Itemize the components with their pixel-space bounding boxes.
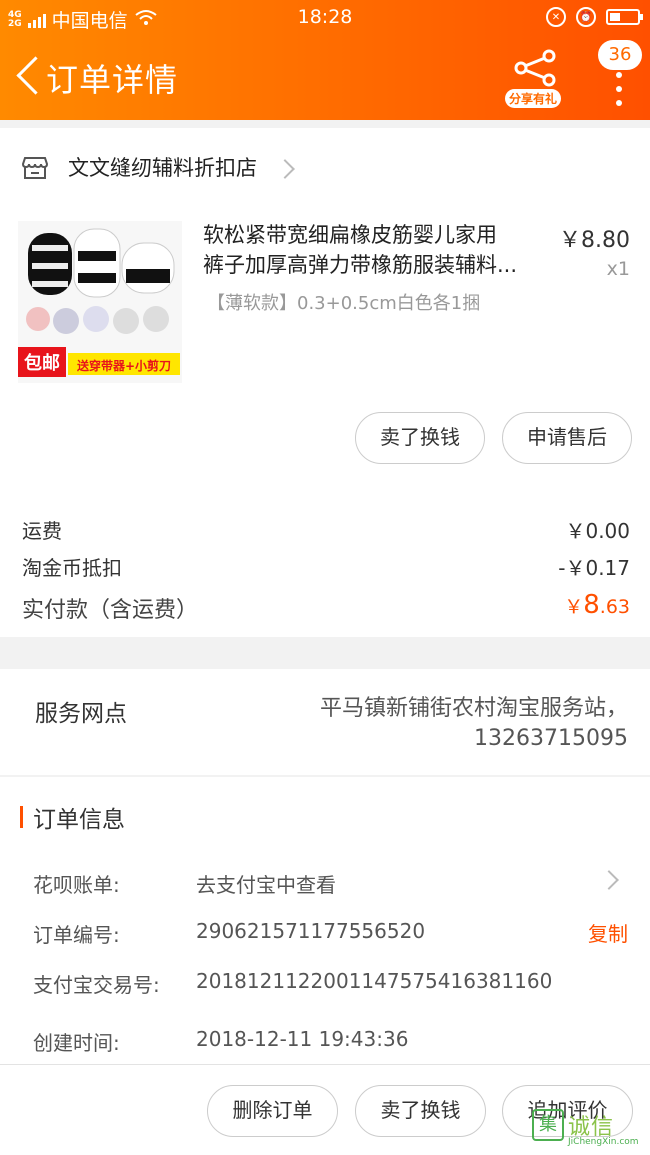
header: 4G 2G 中国电信 18:28 ✕ ⏰ 订单详情 分享有礼 36	[0, 0, 650, 120]
created-time-value: 2018-12-11 19:43:36	[196, 1027, 409, 1051]
free-shipping-tag: 包邮	[24, 352, 60, 374]
service-point-label: 服务网点	[35, 701, 127, 727]
alarm-icon: ⏰	[576, 7, 596, 27]
battery-icon	[606, 9, 643, 25]
section-accent-bar	[20, 806, 23, 828]
vibrate-icon: ✕	[546, 7, 566, 27]
back-icon[interactable]	[14, 60, 44, 90]
apply-after-sale-button[interactable]: 申请售后	[502, 412, 632, 464]
shipping-row: 运费 ￥0.00	[22, 515, 630, 544]
more-button[interactable]: 36	[596, 40, 646, 110]
alipay-trade-value: 2018121122001147575416381160	[196, 969, 553, 993]
shop-name: 文文缝纫辅料折扣店	[68, 156, 257, 180]
service-point-phone: 13263715095	[474, 726, 628, 751]
service-point-address: 平马镇新铺街农村淘宝服务站，	[319, 696, 628, 721]
page-title: 订单详情	[46, 61, 179, 99]
paid-integer: 8	[583, 590, 600, 620]
product-title-line2: 裤子加厚高弹力带橡筋服装辅料...	[203, 253, 518, 277]
product-title-line1: 软松紧带宽细扁橡皮筋婴儿家用	[203, 223, 497, 247]
bottom-action-bar: 删除订单 卖了换钱 追加评价 集 诚信 JiChengXin.com	[0, 1064, 650, 1155]
share-label: 分享有礼	[504, 89, 561, 108]
gift-tag: 送穿带器+小剪刀	[76, 358, 171, 373]
coin-deduction-value: -￥0.17	[558, 556, 630, 580]
status-right: ✕ ⏰	[546, 7, 643, 27]
paid-amount: ￥8.63	[564, 590, 630, 620]
copy-order-number-button[interactable]: 复制	[588, 918, 628, 947]
bottom-sell-button[interactable]: 卖了换钱	[355, 1085, 486, 1137]
more-icon	[616, 72, 622, 114]
product-quantity: x1	[606, 258, 630, 280]
service-point-value: 平马镇新铺街农村淘宝服务站， 13263715095	[248, 694, 628, 754]
coin-deduction-label: 淘金币抵扣	[22, 556, 122, 580]
product-sku: 【薄软款】0.3+0.5cm白色各1捆	[207, 293, 481, 314]
paid-label: 实付款（含运费）	[22, 598, 199, 623]
status-bar: 4G 2G 中国电信 18:28 ✕ ⏰	[0, 0, 650, 36]
paid-decimal: .63	[599, 596, 630, 618]
delete-order-button[interactable]: 删除订单	[207, 1085, 338, 1137]
paid-row: 实付款（含运费） ￥8.63	[22, 590, 630, 624]
shop-icon	[22, 157, 48, 179]
elastic-band-picture: 包邮 送穿带器+小剪刀	[18, 221, 182, 383]
nav-bar: 订单详情 分享有礼 36	[0, 40, 650, 116]
message-badge: 36	[598, 40, 642, 70]
created-time-label: 创建时间:	[33, 1031, 120, 1055]
order-number-value: 290621571177556520	[196, 919, 426, 943]
item-sell-button[interactable]: 卖了换钱	[355, 412, 485, 464]
site-watermark: 集 诚信 JiChengXin.com	[532, 1107, 646, 1151]
paid-currency: ￥	[564, 596, 584, 618]
share-button[interactable]: 分享有礼	[500, 46, 566, 110]
product-title[interactable]: 软松紧带宽细扁橡皮筋婴儿家用 裤子加厚高弹力带橡筋服装辅料...	[203, 220, 549, 280]
huabei-label: 花呗账单:	[33, 873, 120, 897]
chevron-right-icon	[275, 159, 295, 179]
watermark-url: JiChengXin.com	[568, 1137, 639, 1147]
share-icon	[514, 49, 556, 87]
order-number-label: 订单编号:	[33, 923, 120, 947]
alipay-trade-label: 支付宝交易号:	[33, 973, 160, 997]
huabei-link[interactable]: 去支付宝中查看	[196, 869, 336, 898]
shop-row[interactable]: 文文缝纫辅料折扣店	[0, 128, 650, 208]
product-image[interactable]: 包邮 送穿带器+小剪刀	[18, 221, 182, 383]
coin-deduction-row: 淘金币抵扣 -￥0.17	[22, 552, 630, 581]
shipping-value: ￥0.00	[565, 519, 630, 543]
shipping-label: 运费	[22, 519, 62, 543]
watermark-logo-icon: 集	[532, 1109, 564, 1141]
product-price: ￥8.80	[559, 228, 630, 253]
order-info-title: 订单信息	[33, 807, 125, 833]
